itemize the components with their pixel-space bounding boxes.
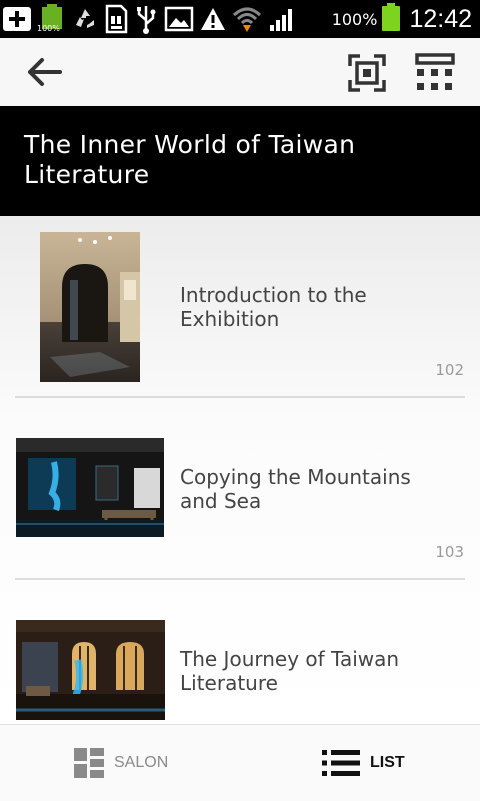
salon-grid-icon (74, 748, 104, 778)
list-item[interactable]: Introduction to the Exhibition 102 (0, 216, 480, 398)
list-item[interactable]: The Journey of Taiwan Literature 104 (0, 580, 480, 724)
arrow-left-icon (28, 58, 62, 86)
item-number: 102 (435, 361, 464, 379)
scan-button[interactable] (346, 52, 388, 94)
status-right: 100% 12:42 (328, 0, 472, 38)
notification-icons: 100% (2, 4, 302, 34)
back-button[interactable] (26, 52, 66, 92)
page-header: The Inner World of Taiwan Literature (0, 106, 480, 216)
layout-button[interactable] (414, 52, 456, 94)
tab-salon[interactable]: SALON (74, 725, 168, 801)
grid-layout-icon (415, 53, 455, 90)
add-icon (2, 6, 32, 32)
exhibit-thumbnail (40, 232, 140, 382)
tab-list-label: LIST (370, 754, 405, 771)
clock: 12:42 (409, 4, 472, 33)
exhibit-thumbnail (16, 620, 165, 720)
usb-icon (134, 4, 158, 34)
mini-battery-label: 100% (37, 24, 60, 33)
battery-percent: 100% (331, 9, 378, 29)
tab-list[interactable]: LIST (322, 725, 405, 801)
mini-battery-icon: 100% (37, 4, 66, 34)
item-title: Introduction to the Exhibition (180, 283, 367, 331)
warning-icon (200, 6, 226, 32)
image-icon (164, 6, 194, 32)
toolbar (0, 38, 480, 107)
item-title: The Journey of Taiwan Literature (180, 647, 400, 695)
item-title: Copying the Mountains and Sea (180, 465, 411, 513)
exhibit-list[interactable]: Introduction to the Exhibition 102 Copyi… (0, 216, 480, 724)
sd-card-icon (104, 4, 128, 34)
item-number: 103 (435, 543, 464, 561)
signal-icon (268, 6, 296, 32)
tab-salon-label: SALON (114, 754, 169, 771)
exhibit-thumbnail (16, 438, 164, 537)
recycle-icon (72, 6, 98, 32)
page-title: The Inner World of Taiwan Literature (24, 130, 356, 189)
list-item[interactable]: Copying the Mountains and Sea 103 (0, 398, 480, 580)
battery-icon (381, 2, 401, 36)
bottom-nav: SALON LIST (0, 724, 480, 801)
wifi-icon (232, 4, 262, 34)
list-icon (322, 750, 360, 776)
status-bar: 100% 100% 12:42 (0, 0, 480, 38)
scan-frame-icon (348, 54, 386, 92)
